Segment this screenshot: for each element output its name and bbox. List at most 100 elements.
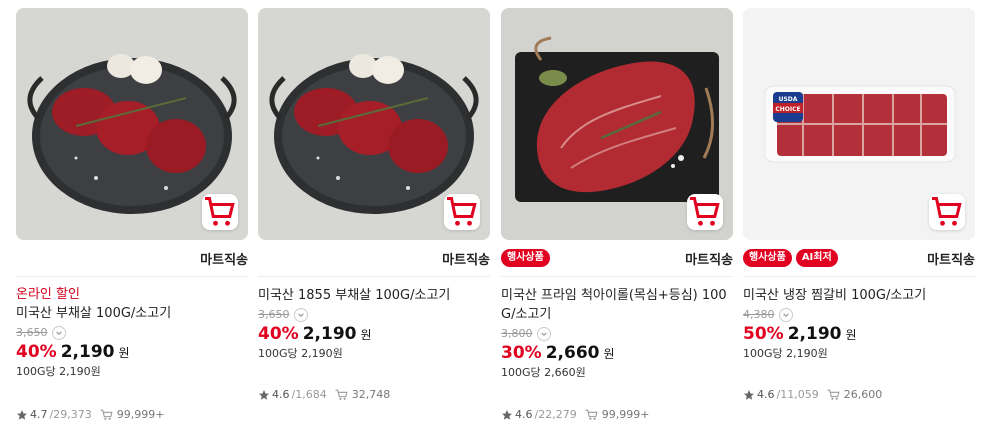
rating-value: 4.6 <box>515 408 533 421</box>
original-price: 3,650 <box>258 308 290 321</box>
original-price-row: 3,800 <box>501 326 733 342</box>
purchase-count-value: 99,999+ <box>116 408 165 421</box>
original-price: 3,800 <box>501 327 533 340</box>
cart-icon <box>447 197 477 226</box>
svg-text:USDA: USDA <box>779 96 798 103</box>
original-price-row: 3,650 <box>258 307 490 323</box>
unit-price: 100G당 2,660원 <box>501 366 586 379</box>
rating-value: 4.6 <box>272 388 290 401</box>
add-to-cart-button[interactable] <box>929 194 965 230</box>
product-grid: 마트직송 온라인 할인 미국산 부채살 100G/소고기 3,650 40% 2… <box>0 0 982 435</box>
badge-group: 행사상품 AI최저 <box>743 249 838 267</box>
purchase-cart-icon <box>827 389 840 400</box>
event-badge: 행사상품 <box>743 249 792 267</box>
product-stats: 4.6/22,279 99,999+ <box>501 408 649 421</box>
product-stats: 4.7/29,373 99,999+ <box>16 408 164 421</box>
product-image[interactable] <box>258 8 490 240</box>
review-count: /22,279 <box>534 408 577 421</box>
original-price-row: 3,650 <box>16 325 248 341</box>
purchase-count: 26,600 <box>827 388 882 401</box>
product-name[interactable]: 미국산 1855 부채살 100G/소고기 <box>258 286 490 305</box>
product-name[interactable]: 미국산 프라임 척아이롤(목심+등심) 100G/소고기 <box>501 286 733 324</box>
card-meta-row: 행사상품 마트직송 <box>501 240 733 277</box>
add-to-cart-button[interactable] <box>202 194 238 230</box>
product-card[interactable]: 마트직송 미국산 1855 부채살 100G/소고기 3,650 40% 2,1… <box>258 8 490 428</box>
discount-rate: 40% <box>258 324 299 344</box>
rating-value: 4.6 <box>757 388 775 401</box>
unit-price: 100G당 2,190원 <box>743 347 828 360</box>
purchase-count: 99,999+ <box>585 408 650 421</box>
discount-rate: 40% <box>16 342 57 362</box>
chevron-down-icon[interactable] <box>51 326 66 340</box>
purchase-count: 99,999+ <box>100 408 165 421</box>
shipping-label: 마트직송 <box>927 252 975 268</box>
currency-unit: 원 <box>118 346 130 360</box>
shipping-label: 마트직송 <box>200 252 248 268</box>
chevron-down-icon[interactable] <box>293 308 308 322</box>
review-count: /29,373 <box>49 408 92 421</box>
card-meta-row: 마트직송 <box>258 240 490 277</box>
add-to-cart-button[interactable] <box>687 194 723 230</box>
original-price: 3,650 <box>16 326 48 339</box>
product-image[interactable] <box>16 8 248 240</box>
product-card[interactable]: 행사상품 마트직송 미국산 프라임 척아이롤(목심+등심) 100G/소고기 3… <box>501 8 733 428</box>
ai-lowest-badge: AI최저 <box>795 249 838 267</box>
star-icon <box>259 389 269 400</box>
star-icon <box>17 409 27 420</box>
price-row: 40% 2,190 원 <box>258 323 490 346</box>
discount-rate: 30% <box>501 343 542 363</box>
shipping-label: 마트직송 <box>685 252 733 268</box>
card-meta-row: 행사상품 AI최저 마트직송 <box>743 240 975 277</box>
cart-icon <box>690 197 720 226</box>
svg-text:CHOICE: CHOICE <box>775 106 800 113</box>
product-image[interactable]: USDA CHOICE <box>743 8 975 240</box>
rating: 4.6/22,279 <box>501 408 577 421</box>
star-icon <box>744 389 754 400</box>
chevron-down-icon[interactable] <box>778 308 793 322</box>
chevron-down-icon[interactable] <box>536 327 551 341</box>
card-meta-row: 마트직송 <box>16 240 248 277</box>
sale-price: 2,190 <box>60 342 115 362</box>
product-card[interactable]: USDA CHOICE 행사상품 AI최저 마트직송 미국산 냉장 찜갈비 10… <box>743 8 975 428</box>
currency-unit: 원 <box>360 328 372 342</box>
currency-unit: 원 <box>845 328 857 342</box>
add-to-cart-button[interactable] <box>444 194 480 230</box>
product-image[interactable] <box>501 8 733 240</box>
sale-price: 2,660 <box>545 343 600 363</box>
sale-price: 2,190 <box>787 324 842 344</box>
purchase-cart-icon <box>335 389 348 400</box>
sale-price: 2,190 <box>302 324 357 344</box>
product-name[interactable]: 미국산 냉장 찜갈비 100G/소고기 <box>743 286 975 305</box>
unit-price: 100G당 2,190원 <box>258 347 343 360</box>
rating-value: 4.7 <box>30 408 48 421</box>
unit-price: 100G당 2,190원 <box>16 365 101 378</box>
shipping-label: 마트직송 <box>442 252 490 268</box>
star-icon <box>502 409 512 420</box>
promo-label: 온라인 할인 <box>16 287 80 302</box>
rating: 4.6/11,059 <box>743 388 819 401</box>
product-stats: 4.6/11,059 26,600 <box>743 388 882 401</box>
original-price-row: 4,380 <box>743 307 975 323</box>
purchase-count-value: 32,748 <box>351 388 391 401</box>
rating: 4.6/1,684 <box>258 388 327 401</box>
review-count: /11,059 <box>776 388 819 401</box>
product-stats: 4.6/1,684 32,748 <box>258 388 390 401</box>
purchase-cart-icon <box>100 409 113 420</box>
badge-group: 행사상품 <box>501 249 550 267</box>
review-count: /1,684 <box>291 388 327 401</box>
cart-icon <box>205 197 235 226</box>
price-row: 40% 2,190 원 <box>16 341 248 364</box>
product-card[interactable]: 마트직송 온라인 할인 미국산 부채살 100G/소고기 3,650 40% 2… <box>16 8 248 428</box>
product-name[interactable]: 미국산 부채살 100G/소고기 <box>16 304 248 323</box>
purchase-count: 32,748 <box>335 388 391 401</box>
event-badge: 행사상품 <box>501 249 550 267</box>
price-row: 50% 2,190 원 <box>743 323 975 346</box>
cart-icon <box>932 197 962 226</box>
rating: 4.7/29,373 <box>16 408 92 421</box>
purchase-count-value: 99,999+ <box>601 408 650 421</box>
purchase-cart-icon <box>585 409 598 420</box>
original-price: 4,380 <box>743 308 775 321</box>
currency-unit: 원 <box>603 347 615 361</box>
price-row: 30% 2,660 원 <box>501 342 733 365</box>
discount-rate: 50% <box>743 324 784 344</box>
